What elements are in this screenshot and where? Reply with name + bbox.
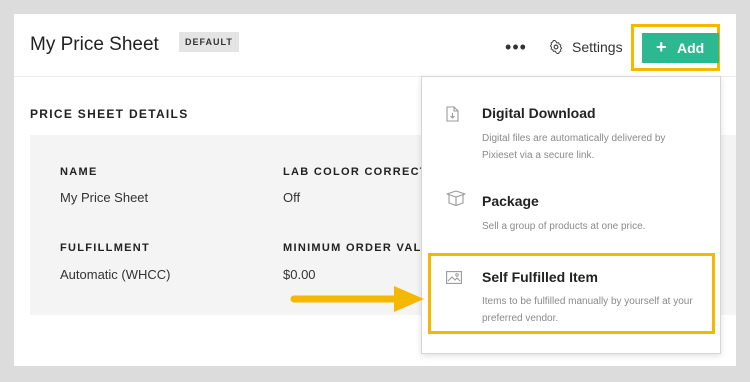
menu-item-description: Digital files are automatically delivere…: [482, 133, 666, 161]
price-sheet-card: My Price Sheet DEFAULT ••• Settings + Ad…: [14, 14, 736, 366]
box-icon: [446, 190, 466, 206]
menu-item-title: Package: [482, 193, 539, 209]
menu-item-title: Digital Download: [482, 105, 596, 121]
add-dropdown-menu: Digital Download Digital files are autom…: [421, 76, 721, 354]
add-label: Add: [677, 40, 705, 56]
field-label-fulfillment: FULFILLMENT: [60, 242, 151, 254]
settings-label: Settings: [572, 39, 623, 55]
default-badge: DEFAULT: [179, 32, 239, 52]
menu-item-description: Items to be fulfilled manually by yourse…: [482, 296, 693, 324]
field-value-lab-color-correction: Off: [283, 190, 301, 205]
menu-item-self-fulfilled[interactable]: Self Fulfilled Item Items to be fulfille…: [422, 257, 720, 337]
field-value-fulfillment: Automatic (WHCC): [60, 267, 171, 282]
field-value-name: My Price Sheet: [60, 190, 149, 205]
plus-icon: +: [656, 37, 667, 57]
menu-item-digital-download[interactable]: Digital Download Digital files are autom…: [422, 95, 720, 169]
header-bar: My Price Sheet DEFAULT ••• Settings + Ad…: [14, 14, 736, 77]
pointer-arrow-icon: [290, 286, 424, 312]
field-value-minimum-order-value: $0.00: [283, 267, 316, 282]
image-icon: [446, 271, 462, 284]
section-heading: PRICE SHEET DETAILS: [30, 107, 189, 121]
menu-item-description: Sell a group of products at one price.: [482, 221, 646, 232]
menu-item-package[interactable]: Package Sell a group of products at one …: [422, 181, 720, 243]
more-icon: •••: [505, 37, 527, 57]
page-title: My Price Sheet: [30, 34, 159, 55]
add-button[interactable]: + Add: [642, 33, 719, 63]
field-label-minimum-order-value: MINIMUM ORDER VALUE: [283, 242, 440, 254]
gear-icon: [549, 40, 563, 54]
field-label-name: NAME: [60, 166, 98, 178]
menu-item-title: Self Fulfilled Item: [482, 269, 598, 285]
document-download-icon: [446, 106, 459, 122]
more-options-button[interactable]: •••: [502, 36, 530, 58]
